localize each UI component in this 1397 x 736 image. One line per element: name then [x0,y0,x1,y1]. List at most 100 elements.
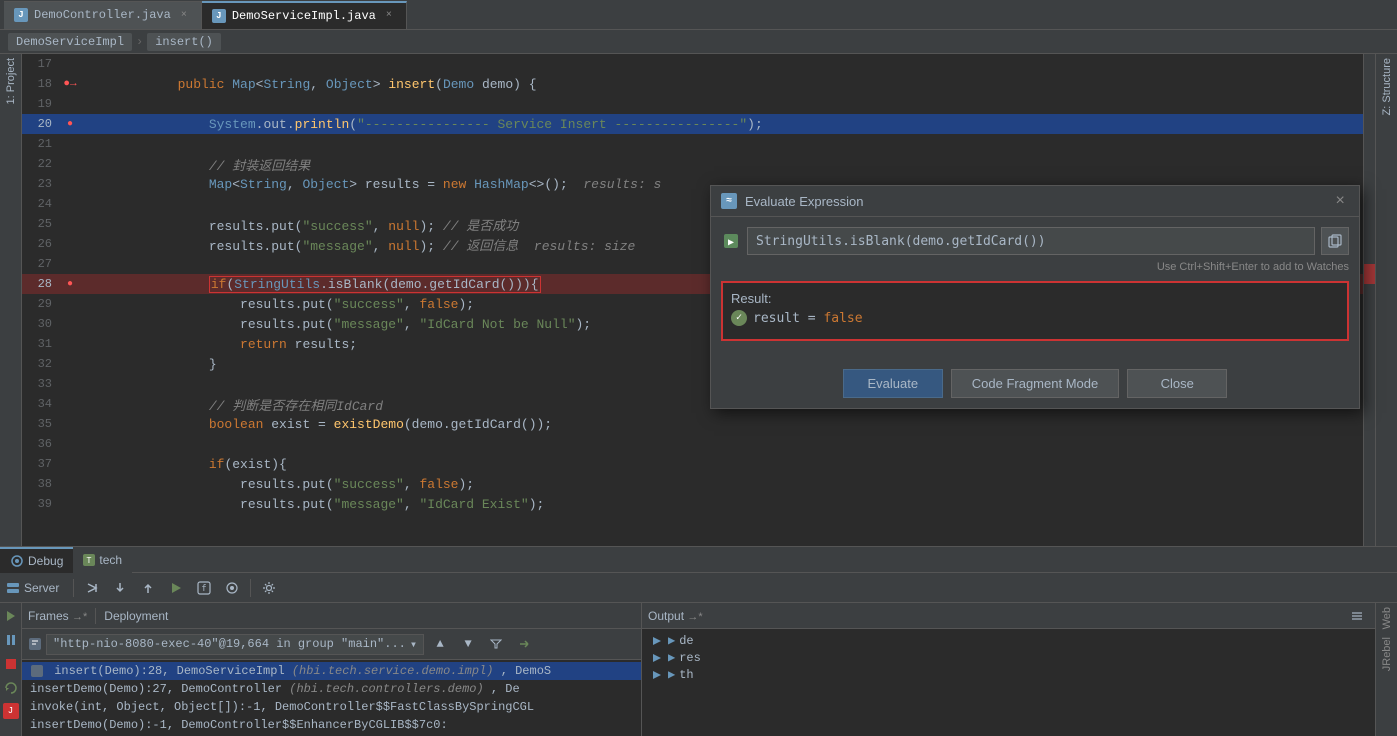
right-sidebar-labels: Z: Structure [1375,54,1397,546]
tab-demoserviceimpl[interactable]: J DemoServiceImpl.java × [202,1,407,29]
breadcrumb: DemoServiceImpl › insert() [0,30,1397,54]
frame-text-3: invoke(int, Object, Object[]):-1, DemoCo… [30,700,534,714]
line-num-21: 21 [22,137,60,151]
thread-down-btn[interactable]: ▼ [456,633,480,655]
frames-arrow: →* [72,611,87,623]
step-over-btn[interactable] [80,577,104,599]
line-num-28: 28 [22,277,60,291]
line-num-19: 19 [22,97,60,111]
debug-indicator-18: ●→ [63,78,76,90]
debug-tab-label: Debug [28,554,63,568]
line-content-39: results.put("message", "IdCard Exist"); [80,482,1363,527]
frame-item-1[interactable]: insert(Demo):28, DemoServiceImpl (hbi.te… [22,662,641,680]
stream-label-de: de [679,634,693,648]
tab-tech[interactable]: T tech [73,547,132,573]
result-text: result = false [753,311,863,326]
frames-sep [95,608,96,624]
thread-icon [28,637,42,651]
output-label-text: Output [648,609,684,623]
line-num-38: 38 [22,477,60,491]
frame-suffix-2: , De [491,682,520,696]
line-num-35: 35 [22,417,60,431]
line-gutter-28: ● [60,279,80,290]
stop-btn[interactable] [2,655,20,673]
eval-input-icon: ▶ [721,231,741,251]
eval-close-button[interactable]: × [1331,192,1349,210]
run-to-cursor-btn[interactable] [164,577,188,599]
tab-label-2: DemoServiceImpl.java [232,9,376,23]
frame-italic-2: (hbi.tech.controllers.demo) [289,682,483,696]
settings-btn[interactable] [257,577,281,599]
frame-item-2[interactable]: insertDemo(Demo):27, DemoController (hbi… [22,680,641,698]
thread-selector-text: "http-nio-8080-exec-40"@19,664 in group … [53,637,406,651]
eval-dialog-icon: ≈ [721,193,737,209]
tech-tab-label: tech [99,553,122,567]
close-dialog-button[interactable]: Close [1127,369,1227,398]
rebel-icon[interactable]: J [3,703,19,719]
line-num-30: 30 [22,317,60,331]
frame-item-4[interactable]: insertDemo(Demo):-1, DemoController$$Enh… [22,716,641,734]
line-gutter-20: ● [60,119,80,130]
line-num-37: 37 [22,457,60,471]
web-label[interactable]: Web [1381,607,1393,629]
stream-arrow-th: ▶ [668,667,675,682]
frames-toolbar: Frames →* Deployment [22,603,641,629]
output-settings-btn[interactable] [1345,605,1369,627]
jrebel-label[interactable]: JRebel [1381,637,1393,671]
line-num-33: 33 [22,377,60,391]
frames-list: insert(Demo):28, DemoServiceImpl (hbi.te… [22,660,641,736]
line-num-18: 18 [22,77,60,91]
line-gutter-18: ●→ [60,78,80,90]
stream-item-de: ▶ de [650,633,1367,648]
frames-label: Frames →* [28,609,87,623]
eval-footer: Evaluate Code Fragment Mode Close [711,361,1359,408]
svg-text:▶: ▶ [728,237,734,248]
evaluate-btn[interactable]: f [192,577,216,599]
step-into-btn[interactable] [108,577,132,599]
thread-up-btn[interactable]: ▲ [428,633,452,655]
stream-item-res: ▶ res [650,650,1367,665]
pause-btn[interactable] [2,631,20,649]
eval-hint: Use Ctrl+Shift+Enter to add to Watches [721,261,1349,273]
output-panel: Output →* [642,603,1375,736]
tab-icon-1: J [14,8,28,22]
right-scrollbar[interactable] [1363,54,1375,546]
stream-icon-res [650,651,664,665]
bottom-left-icons: J [0,603,22,736]
step-out-btn[interactable] [136,577,160,599]
line-num-36: 36 [22,437,60,451]
frame-item-3[interactable]: invoke(int, Object, Object[]):-1, DemoCo… [22,698,641,716]
watch-btn[interactable] [220,577,244,599]
code-fragment-mode-button[interactable]: Code Fragment Mode [951,369,1119,398]
toolbar-sep-2 [250,579,251,597]
eval-copy-button[interactable] [1321,227,1349,255]
tab-close-1[interactable]: × [177,8,191,22]
stream-arrow-res: ▶ [668,650,675,665]
frame-text-1: insert(Demo):28, DemoServiceImpl [54,664,292,678]
breadcrumb-class[interactable]: DemoServiceImpl [8,33,132,51]
rerun-btn[interactable] [2,679,20,697]
filter-btn[interactable] [484,633,508,655]
left-sidebar: 1: Project [0,54,22,546]
tab-close-2[interactable]: × [382,9,396,23]
tab-debug[interactable]: Debug [0,547,73,573]
line-num-29: 29 [22,297,60,311]
line-num-27: 27 [22,257,60,271]
line-num-20: 20 [22,117,60,131]
resume-btn[interactable] [2,607,20,625]
thread-selector[interactable]: "http-nio-8080-exec-40"@19,664 in group … [46,634,424,655]
line-num-23: 23 [22,177,60,191]
tab-democontroller[interactable]: J DemoController.java × [4,1,202,29]
evaluate-button[interactable]: Evaluate [843,369,943,398]
line-num-17: 17 [22,57,60,71]
error-marker [1364,264,1375,284]
sidebar-project-label[interactable]: 1: Project [5,58,17,104]
restore-btn[interactable] [512,633,536,655]
eval-expression-input[interactable] [747,227,1315,255]
structure-label[interactable]: Z: Structure [1381,58,1393,115]
stream-icon-de [650,634,664,648]
frame-suffix-1: , DemoS [501,664,551,678]
output-streams: ▶ de ▶ res [650,633,1367,682]
breadcrumb-method[interactable]: insert() [147,33,221,51]
frame-text-2: insertDemo(Demo):27, DemoController [30,682,289,696]
